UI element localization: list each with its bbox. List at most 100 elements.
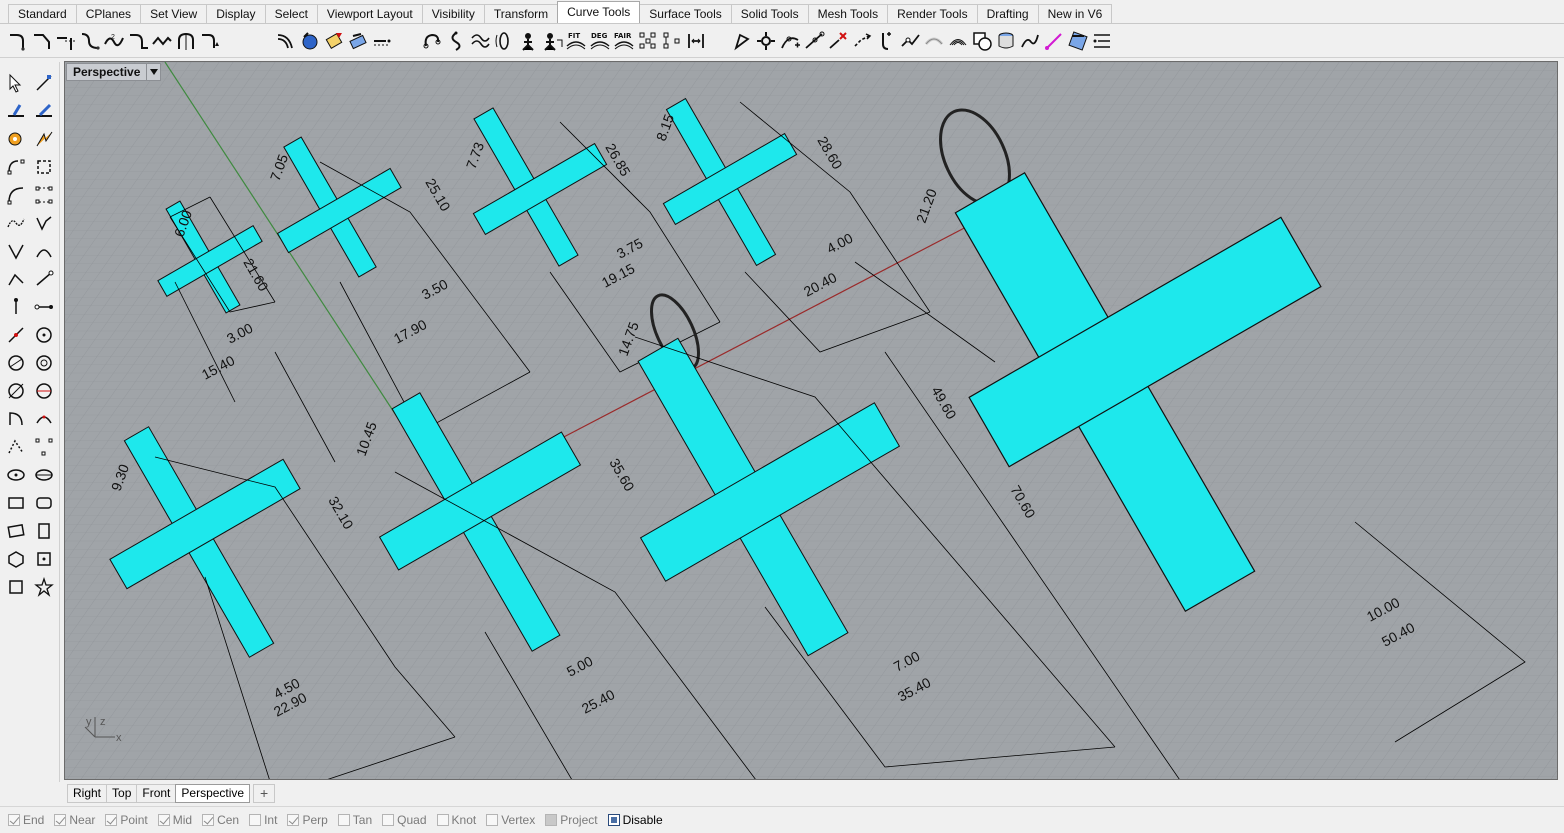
refit-curve-icon[interactable] <box>468 28 492 54</box>
osnap-perp-checkbox[interactable] <box>287 814 300 826</box>
freeform-curve-icon[interactable] <box>4 210 28 236</box>
osnap-project-checkbox[interactable] <box>545 814 558 826</box>
curve-cp-icon[interactable] <box>4 154 28 180</box>
osnap-vertex-checkbox[interactable] <box>486 814 499 826</box>
project-curve-icon[interactable] <box>346 28 370 54</box>
tab-transform[interactable]: Transform <box>483 4 559 23</box>
osnap-knot-checkbox[interactable] <box>436 814 449 826</box>
osnap-knot[interactable]: Knot <box>436 813 476 827</box>
line-segments-icon[interactable] <box>32 266 56 292</box>
chamfer-curves-icon[interactable] <box>30 28 54 54</box>
control-points-icon[interactable] <box>636 28 660 54</box>
tab-mesh-tools[interactable]: Mesh Tools <box>807 4 889 23</box>
rectangle-corner-icon[interactable] <box>4 490 28 516</box>
viewport-tab-perspective[interactable]: Perspective <box>175 783 251 803</box>
offset-curve-icon[interactable] <box>274 28 298 54</box>
sketch-curve-icon[interactable] <box>1018 28 1042 54</box>
osnap-quad-checkbox[interactable] <box>382 814 395 826</box>
wave-curves-icon[interactable] <box>946 28 970 54</box>
fair-curve-icon[interactable] <box>516 28 540 54</box>
osnap-project[interactable]: Project <box>545 813 598 827</box>
change-degree-icon[interactable] <box>444 28 468 54</box>
rectangle-vertical-icon[interactable] <box>32 518 56 544</box>
simplify-curve-icon[interactable] <box>540 28 564 54</box>
osnap-tan[interactable]: Tan <box>337 813 372 827</box>
move-point-icon[interactable] <box>850 28 874 54</box>
line-tool-icon[interactable] <box>32 98 56 124</box>
smooth-curve-icon[interactable] <box>492 28 516 54</box>
tab-curve-tools[interactable]: Curve Tools <box>557 1 641 23</box>
osnap-mid[interactable]: Mid <box>157 813 192 827</box>
add-point-icon[interactable] <box>778 28 802 54</box>
perspective-viewport[interactable]: 6.00 21.60 3.00 15.40 7.05 25.10 3.50 17… <box>64 61 1558 780</box>
handle-curve-icon[interactable] <box>32 238 56 264</box>
viewport-title-bar[interactable]: Perspective <box>66 63 162 81</box>
add-viewport-plus-icon[interactable]: + <box>253 783 276 803</box>
select-arrow-icon[interactable] <box>4 70 28 96</box>
osnap-quad[interactable]: Quad <box>382 813 427 827</box>
curve-on-surface-icon[interactable] <box>922 28 946 54</box>
snap-point-icon[interactable] <box>754 28 778 54</box>
osnap-disable[interactable]: Disable <box>607 813 663 827</box>
ellipse-diameter-icon[interactable] <box>32 462 56 488</box>
osnap-point[interactable]: Point <box>105 813 148 827</box>
adjustable-blend-icon[interactable]: 2 <box>102 28 126 54</box>
polyline-tool-icon[interactable] <box>32 126 56 152</box>
circle-point-icon[interactable] <box>32 378 56 404</box>
tab-visibility[interactable]: Visibility <box>421 4 485 23</box>
symmetry-icon[interactable] <box>174 28 198 54</box>
insert-edit-point-icon[interactable] <box>802 28 826 54</box>
match-text-icon[interactable] <box>1090 28 1114 54</box>
tab-new-in-v6[interactable]: New in V6 <box>1037 4 1113 23</box>
extend-curve-icon[interactable] <box>198 28 222 54</box>
dash-line-icon[interactable] <box>370 28 394 54</box>
polygon-tool-icon[interactable] <box>32 182 56 208</box>
tab-display[interactable]: Display <box>206 4 266 23</box>
curve-from-object-icon[interactable] <box>322 28 346 54</box>
boolean-region-icon[interactable] <box>970 28 994 54</box>
circle-tangent-icon[interactable] <box>4 378 28 404</box>
arc-points-icon[interactable] <box>32 434 56 460</box>
point-object-icon[interactable] <box>32 70 56 96</box>
cross-section-icon[interactable] <box>1066 28 1090 54</box>
vee-curve-icon[interactable] <box>4 238 28 264</box>
viewport-title[interactable]: Perspective <box>67 64 146 80</box>
interpolate-curve-icon[interactable] <box>32 210 56 236</box>
tab-render-tools[interactable]: Render Tools <box>887 4 978 23</box>
osnap-cen-checkbox[interactable] <box>202 814 215 826</box>
polygon-center-icon[interactable] <box>4 546 28 572</box>
osnap-perp[interactable]: Perp <box>287 813 328 827</box>
cylinder-object-icon[interactable] <box>994 28 1018 54</box>
handle-bar-icon[interactable] <box>898 28 922 54</box>
curve-direction-icon[interactable] <box>730 28 754 54</box>
circle-diameter-icon[interactable] <box>4 350 28 376</box>
tab-cplanes[interactable]: CPlanes <box>75 4 142 23</box>
rebuild-curve-icon[interactable] <box>420 28 444 54</box>
fair-text-icon[interactable]: FAIR <box>612 28 636 54</box>
tab-viewport-layout[interactable]: Viewport Layout <box>316 4 423 23</box>
osnap-near[interactable]: Near <box>54 813 95 827</box>
match-ends-icon[interactable] <box>684 28 708 54</box>
arc-tool-icon[interactable] <box>4 182 28 208</box>
star-polygon-icon[interactable] <box>32 574 56 600</box>
polygon-edge-icon[interactable] <box>32 546 56 572</box>
tab-select[interactable]: Select <box>264 4 318 23</box>
cplane-icon[interactable] <box>4 98 28 124</box>
match-curve-icon[interactable] <box>150 28 174 54</box>
arc-tangent-icon[interactable] <box>4 434 28 460</box>
settings-gear-icon[interactable] <box>4 126 28 152</box>
osnap-tan-checkbox[interactable] <box>337 814 350 826</box>
osnap-mid-checkbox[interactable] <box>157 814 170 826</box>
connect-curves-icon[interactable] <box>54 28 78 54</box>
viewport-tab-right[interactable]: Right <box>67 783 108 803</box>
tab-surface-tools[interactable]: Surface Tools <box>639 4 732 23</box>
line-dots-icon[interactable] <box>4 294 28 320</box>
osnap-int-checkbox[interactable] <box>249 814 262 826</box>
osnap-disable-checkbox[interactable] <box>607 814 620 826</box>
osnap-end[interactable]: End <box>8 813 44 827</box>
arc-blend-icon[interactable] <box>126 28 150 54</box>
rectangle-rounded-icon[interactable] <box>32 490 56 516</box>
tab-set-view[interactable]: Set View <box>140 4 208 23</box>
blend-curves-icon[interactable] <box>78 28 102 54</box>
arc-3pt-icon[interactable] <box>32 406 56 432</box>
